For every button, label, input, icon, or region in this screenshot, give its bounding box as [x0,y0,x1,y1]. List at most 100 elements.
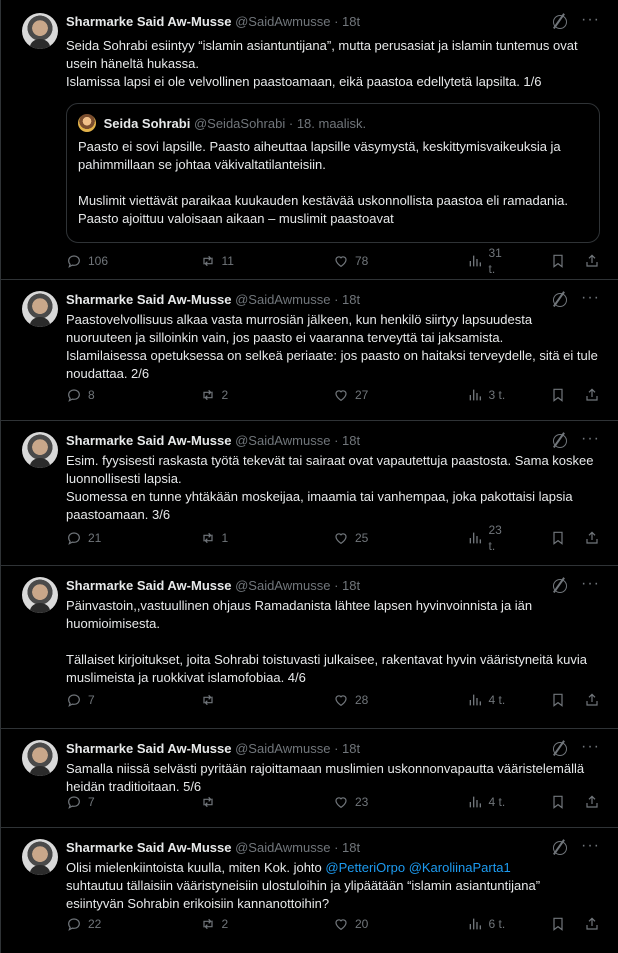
avatar[interactable] [22,432,58,468]
separator-dot: · [334,14,339,29]
views-button[interactable]: 4 t. [467,794,507,810]
author-name[interactable]: Sharmarke Said Aw-Musse [66,840,231,855]
share-button[interactable] [584,692,600,708]
quoted-tweet[interactable]: Seida Sohrabi @SeidaSohrabi · 18. maalis… [66,103,600,243]
grok-icon[interactable] [553,579,568,593]
grok-icon[interactable] [553,434,568,448]
grok-icon[interactable] [553,841,568,855]
bookmark-button[interactable] [550,794,566,810]
tweet-text: Samalla niissä selvästi pyritään rajoitt… [66,761,585,794]
avatar[interactable] [22,740,58,776]
author-handle[interactable]: @SaidAwmusse [235,840,330,855]
repost-button[interactable]: 2 [200,916,290,932]
timestamp[interactable]: 18t [342,433,360,448]
tweet-text: Esim. fyysisesti raskasta työtä tekevät … [66,453,594,522]
reply-button[interactable]: 106 [66,253,156,269]
author-handle[interactable]: @SaidAwmusse [235,433,330,448]
timestamp[interactable]: 18t [342,578,360,593]
views-button[interactable]: 3 t. [467,387,507,403]
author-handle[interactable]: @SaidAwmusse [235,292,330,307]
reply-button[interactable]: 8 [66,387,156,403]
like-button[interactable]: 25 [333,530,423,546]
reply-button[interactable]: 22 [66,916,156,932]
author-name[interactable]: Sharmarke Said Aw-Musse [66,14,231,29]
heart-icon [333,253,349,269]
tweet[interactable]: Sharmarke Said Aw-Musse @SaidAwmusse · 1… [1,421,618,566]
timestamp[interactable]: 18t [342,292,360,307]
avatar[interactable] [22,13,58,49]
bookmark-button[interactable] [550,530,566,546]
tweet[interactable]: Sharmarke Said Aw-Musse @SaidAwmusse · 1… [1,0,618,280]
views-button[interactable]: 6 t. [467,916,507,932]
action-bar: 7 23 4 t. [66,794,600,810]
more-icon[interactable]: ··· [581,739,600,755]
more-icon[interactable]: ··· [581,838,600,854]
reply-button[interactable]: 7 [66,794,156,810]
author-handle[interactable]: @SaidAwmusse [235,14,330,29]
tweet[interactable]: Sharmarke Said Aw-Musse @SaidAwmusse · 1… [1,729,618,828]
more-icon[interactable]: ··· [581,12,600,28]
timestamp[interactable]: 18t [342,741,360,756]
more-icon[interactable]: ··· [581,576,600,592]
avatar[interactable] [22,839,58,875]
reply-count: 7 [88,795,95,809]
tweet-header: Sharmarke Said Aw-Musse @SaidAwmusse · 1… [66,290,600,309]
bookmark-button[interactable] [550,387,566,403]
like-button[interactable]: 27 [333,387,423,403]
share-button[interactable] [584,794,600,810]
author-name[interactable]: Sharmarke Said Aw-Musse [66,433,231,448]
share-button[interactable] [584,253,600,269]
repost-button[interactable] [200,794,290,810]
like-count: 25 [355,531,369,545]
avatar[interactable] [22,577,58,613]
reply-button[interactable]: 7 [66,692,156,708]
like-button[interactable]: 78 [333,253,423,269]
author-name[interactable]: Sharmarke Said Aw-Musse [66,578,231,593]
like-button[interactable]: 20 [333,916,423,932]
bookmark-button[interactable] [550,692,566,708]
tweet[interactable]: Sharmarke Said Aw-Musse @SaidAwmusse · 1… [1,828,618,953]
bookmark-button[interactable] [550,916,566,932]
more-icon[interactable]: ··· [581,290,600,306]
separator-dot: · [334,433,339,448]
tweet-text: Päinvastoin,,vastuullinen ohjaus Ramadan… [66,598,587,685]
more-icon[interactable]: ··· [581,431,600,447]
like-button[interactable]: 23 [333,794,423,810]
grok-icon[interactable] [553,15,568,29]
tweet[interactable]: Sharmarke Said Aw-Musse @SaidAwmusse · 1… [1,566,618,729]
share-button[interactable] [584,387,600,403]
reply-icon [66,692,82,708]
mention-link[interactable]: @KaroliinaParta1 [409,860,511,875]
repost-count: 11 [221,254,234,268]
views-button[interactable]: 23 t. [467,523,507,553]
mention-link[interactable]: @PetteriOrpo [325,860,405,875]
bookmark-button[interactable] [550,253,566,269]
tweet[interactable]: Sharmarke Said Aw-Musse @SaidAwmusse · 1… [1,280,618,421]
author-handle[interactable]: @SaidAwmusse [235,578,330,593]
reply-count: 22 [88,917,102,931]
bookmark-share-group [550,916,600,932]
timestamp[interactable]: 18t [342,840,360,855]
repost-icon [200,530,216,546]
heart-icon [333,794,349,810]
views-button[interactable]: 31 t. [467,246,507,276]
quoted-timestamp: 18. maalisk. [296,116,367,131]
bookmark-icon [550,253,566,269]
repost-button[interactable]: 2 [200,387,290,403]
author-handle[interactable]: @SaidAwmusse [235,741,330,756]
views-button[interactable]: 4 t. [467,692,507,708]
repost-button[interactable]: 11 [200,253,290,269]
like-button[interactable]: 28 [333,692,423,708]
avatar[interactable] [22,291,58,327]
author-name[interactable]: Sharmarke Said Aw-Musse [66,741,231,756]
repost-button[interactable] [200,692,290,708]
author-name[interactable]: Sharmarke Said Aw-Musse [66,292,231,307]
reply-button[interactable]: 21 [66,530,156,546]
grok-icon[interactable] [553,293,568,307]
avatar[interactable] [78,114,96,132]
share-button[interactable] [584,530,600,546]
share-button[interactable] [584,916,600,932]
grok-icon[interactable] [553,742,568,756]
repost-button[interactable]: 1 [200,530,290,546]
timestamp[interactable]: 18t [342,14,360,29]
